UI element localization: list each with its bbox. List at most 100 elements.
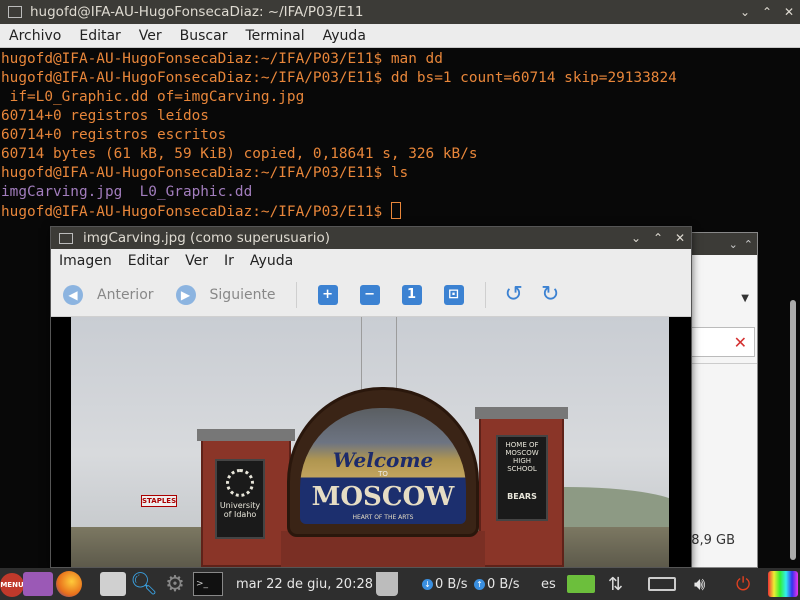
- terminal-line: if=L0_Graphic.dd of=imgCarving.jpg: [1, 89, 305, 105]
- image-canvas[interactable]: STAPLES University of Idaho HOME OF MOSC…: [51, 317, 691, 567]
- university-plaque: University of Idaho: [215, 459, 265, 539]
- power-icon[interactable]: ⏻: [736, 572, 750, 596]
- terminal-prompt: hugofd@IFA-AU-HugoFonsecaDiaz:~/IFA/P03/…: [1, 204, 391, 220]
- previous-button[interactable]: ◀ Anterior: [51, 284, 164, 305]
- bg-minimize-button[interactable]: ⌄: [729, 238, 738, 251]
- terminal-line: 60714+0 registros leídos: [1, 108, 209, 124]
- menu-editar[interactable]: Editar: [120, 253, 177, 269]
- background-window: ⌄ ⌃ ▼ ✕ 8,9 GB: [688, 232, 758, 568]
- menu-buscar[interactable]: Buscar: [171, 28, 237, 44]
- university-logo-icon: [226, 469, 254, 497]
- terminal-line: hugofd@IFA-AU-HugoFonsecaDiaz:~/IFA/P03/…: [1, 51, 443, 67]
- viewer-close-button[interactable]: ✕: [669, 231, 691, 245]
- rotate-right-icon[interactable]: ↻: [541, 283, 559, 305]
- next-button[interactable]: ▶ Siguiente: [164, 284, 286, 305]
- terminal-cursor: [390, 202, 401, 219]
- pillar-cap: [475, 407, 568, 419]
- gear-icon[interactable]: ⚙: [162, 572, 188, 597]
- network-download: ↓ 0 B/s: [422, 572, 467, 596]
- menu-ir[interactable]: Ir: [216, 253, 242, 269]
- bg-maximize-button[interactable]: ⌃: [744, 238, 753, 251]
- zoom-out-icon[interactable]: −: [359, 284, 380, 305]
- close-button[interactable]: ✕: [778, 5, 800, 19]
- minimize-button[interactable]: ⌄: [734, 5, 756, 19]
- maximize-button[interactable]: ⌃: [756, 5, 778, 19]
- pillar-cap: [197, 429, 295, 441]
- image-viewer-window: imgCarving.jpg (como superusuario) ⌄ ⌃ ✕…: [50, 226, 692, 568]
- viewer-minimize-button[interactable]: ⌄: [625, 231, 647, 245]
- rotate-left-icon[interactable]: ↺: [505, 283, 523, 305]
- zoom-normal-icon[interactable]: 1: [401, 284, 422, 305]
- toolbar-separator: [295, 281, 297, 308]
- welcome-text: Welcome: [332, 448, 434, 472]
- terminal-window-icon: [8, 6, 22, 18]
- viewer-maximize-button[interactable]: ⌃: [647, 231, 669, 245]
- menu-ver[interactable]: Ver: [177, 253, 216, 269]
- search-icon[interactable]: 🔍︎: [130, 572, 158, 597]
- left-pillar: University of Idaho: [197, 429, 295, 567]
- taskbar: MENU 🔍︎ ⚙ >_ mar 22 de giu, 20:28 ↓ 0 B/s…: [0, 568, 800, 600]
- viewer-menubar: Imagen Editar Ver Ir Ayuda: [51, 249, 691, 273]
- menu-button[interactable]: MENU: [0, 573, 24, 597]
- menu-ayuda[interactable]: Ayuda: [314, 28, 375, 44]
- color-picker-icon[interactable]: [768, 571, 798, 597]
- terminal-line: hugofd@IFA-AU-HugoFonsecaDiaz:~/IFA/P03/…: [1, 165, 409, 181]
- download-speed: 0 B/s: [435, 576, 468, 592]
- terminal-prompt-line: hugofd@IFA-AU-HugoFonsecaDiaz:~/IFA/P03/…: [1, 202, 800, 222]
- arrow-up-icon: ↑: [474, 578, 485, 590]
- toolbar-separator: [484, 281, 486, 308]
- upload-speed: 0 B/s: [487, 576, 520, 592]
- zoom-fit-icon[interactable]: ⊡: [443, 284, 464, 305]
- trash-icon[interactable]: [376, 572, 398, 596]
- drive-icon[interactable]: [567, 575, 595, 593]
- school-plaque: HOME OF MOSCOW HIGH SCHOOL BEARS: [496, 435, 548, 521]
- clock[interactable]: mar 22 de giu, 20:28: [236, 572, 373, 596]
- background-window-titlebar: ⌄ ⌃: [689, 233, 757, 255]
- menu-ayuda[interactable]: Ayuda: [242, 253, 301, 269]
- terminal-title: hugofd@IFA-AU-HugoFonsecaDiaz: ~/IFA/P03…: [30, 4, 364, 20]
- welcome-sign: Welcome TO MOSCOW HEART OF THE ARTS: [287, 387, 479, 537]
- file-manager-icon[interactable]: [100, 572, 126, 596]
- battery-icon[interactable]: [648, 577, 676, 591]
- network-upload: ↑ 0 B/s: [474, 572, 519, 596]
- firefox-icon[interactable]: [56, 571, 82, 597]
- terminal-titlebar: hugofd@IFA-AU-HugoFonsecaDiaz: ~/IFA/P03…: [0, 0, 800, 24]
- menu-imagen[interactable]: Imagen: [51, 253, 120, 269]
- school-text: HOME OF MOSCOW HIGH SCHOOL: [505, 441, 539, 473]
- university-text: University of Idaho: [219, 501, 261, 519]
- viewer-titlebar: imgCarving.jpg (como superusuario) ⌄ ⌃ ✕: [51, 227, 691, 249]
- arrow-down-icon: ↓: [422, 578, 433, 590]
- terminal-line: 60714 bytes (61 kB, 59 KiB) copied, 0,18…: [1, 146, 478, 162]
- right-pillar: HOME OF MOSCOW HIGH SCHOOL BEARS: [475, 407, 568, 567]
- displayed-photo: STAPLES University of Idaho HOME OF MOSC…: [71, 317, 669, 567]
- terminal-line: hugofd@IFA-AU-HugoFonsecaDiaz:~/IFA/P03/…: [1, 70, 677, 86]
- menu-archivo[interactable]: Archivo: [0, 28, 70, 44]
- arrow-right-icon: ▶: [175, 284, 196, 305]
- desktop: hugofd@IFA-AU-HugoFonsecaDiaz: ~/IFA/P03…: [0, 0, 800, 600]
- keyboard-layout[interactable]: es: [541, 572, 556, 596]
- terminal-menubar: Archivo Editar Ver Buscar Terminal Ayuda: [0, 24, 800, 48]
- volume-icon[interactable]: 🔊︎: [694, 572, 705, 596]
- next-label: Siguiente: [209, 286, 276, 303]
- workspace-icon[interactable]: [23, 572, 53, 596]
- menu-terminal[interactable]: Terminal: [236, 28, 313, 44]
- tagline-text: HEART OF THE ARTS: [352, 514, 414, 521]
- scrollbar[interactable]: [790, 300, 796, 560]
- bears-text: BEARS: [507, 492, 537, 501]
- transfer-icon[interactable]: ⇅: [608, 572, 623, 596]
- clear-icon[interactable]: ✕: [734, 333, 747, 352]
- ls-output: imgCarving.jpg L0_Graphic.dd: [1, 184, 253, 200]
- menu-ver[interactable]: Ver: [130, 28, 171, 44]
- image-icon: [59, 232, 73, 244]
- to-text: TO: [378, 470, 388, 478]
- previous-label: Anterior: [97, 286, 154, 303]
- zoom-in-icon[interactable]: +: [317, 284, 338, 305]
- divider: [689, 363, 757, 364]
- staples-sign: STAPLES: [141, 495, 177, 507]
- terminal-line: 60714+0 registros escritos: [1, 127, 227, 143]
- arrow-left-icon: ◀: [63, 284, 83, 305]
- city-text: MOSCOW: [311, 482, 455, 512]
- menu-editar[interactable]: Editar: [70, 28, 129, 44]
- terminal-icon[interactable]: >_: [193, 572, 223, 596]
- chevron-down-icon[interactable]: ▼: [741, 293, 749, 304]
